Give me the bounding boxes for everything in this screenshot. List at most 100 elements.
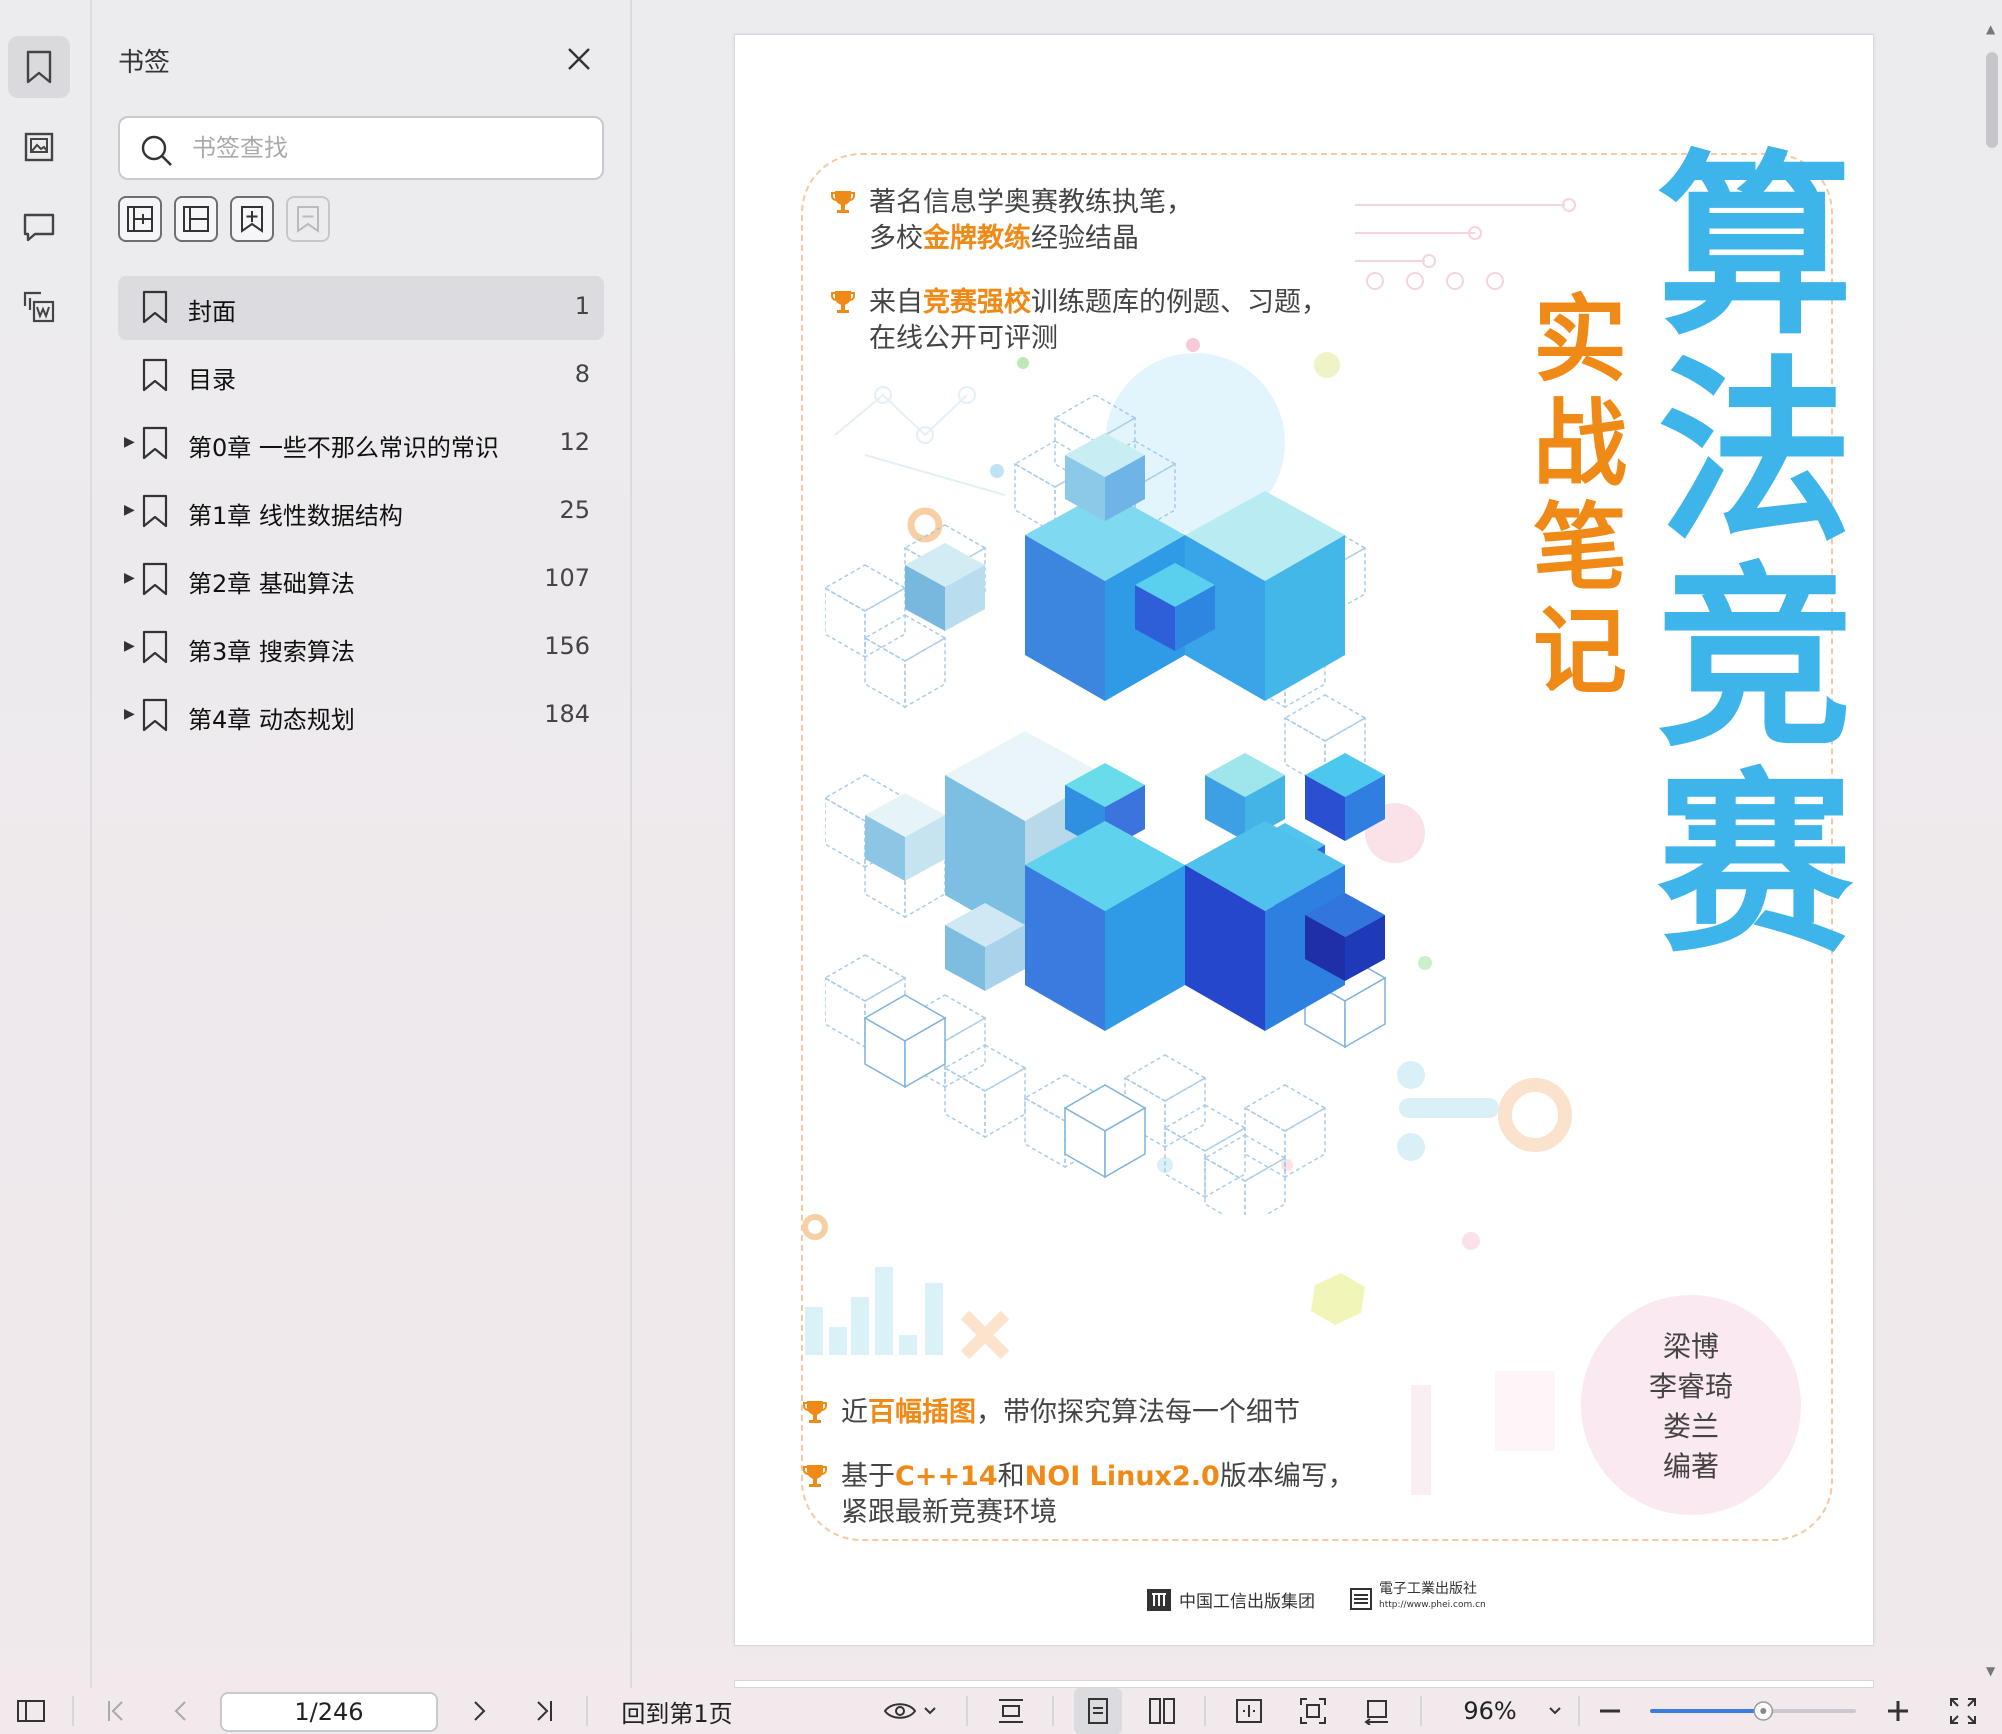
rail-comments-button[interactable] [8, 196, 70, 258]
continuous-scroll-icon [999, 1699, 1023, 1723]
bullet-highlight: 金牌教练 [923, 223, 1031, 254]
title-char: 算 [1656, 134, 1853, 362]
last-page-button[interactable] [528, 1688, 560, 1734]
zoom-level: 96% [1440, 1688, 1540, 1734]
bullet-text: ，带你探究算法每一个细节 [976, 1397, 1300, 1428]
bookmark-list: 封面 1 目录 8 ▶ 第0章 一些不那么常识的常识 12 ▶ 第1章 线性数据… [118, 276, 604, 752]
bullet-text: 著名信息学奥赛教练执笔， [869, 187, 1193, 218]
bookmark-icon [142, 630, 168, 664]
bookmark-label: 目录 [188, 366, 236, 394]
next-page-edge [734, 1680, 1874, 1688]
expand-all-button[interactable] [118, 196, 162, 242]
author-role: 编著 [1662, 1450, 1719, 1483]
bookmark-page-number: 12 [559, 428, 590, 456]
add-bookmark-icon [127, 206, 153, 232]
two-page-button[interactable] [1138, 1688, 1186, 1734]
trophy-icon [803, 1401, 827, 1423]
bullet-highlight: NOI Linux2.0 [1024, 1461, 1220, 1492]
toolbar-divider [586, 1696, 588, 1726]
single-page-icon [1088, 1698, 1108, 1724]
expand-caret-icon[interactable]: ▶ [124, 638, 135, 654]
trophy-icon [831, 191, 855, 213]
bookmark-icon [142, 698, 168, 732]
single-page-button[interactable] [1074, 1688, 1122, 1734]
toolbar-divider [1204, 1696, 1206, 1726]
rail-attachments-button[interactable] [8, 276, 70, 338]
first-page-button[interactable] [100, 1688, 132, 1734]
back-to-first-page-button[interactable]: 回到第1页 [612, 1688, 742, 1734]
bookmark-label: 第0章 一些不那么常识的常识 [188, 434, 499, 462]
cover-bullet: 基于C++14和NOI Linux2.0版本编写， 紧跟最新竞赛环境 [803, 1459, 1355, 1531]
bookmark-label: 第2章 基础算法 [188, 570, 355, 598]
continuous-scroll-button[interactable] [988, 1688, 1034, 1734]
subtitle-char: 实 [1532, 286, 1627, 395]
toolbar-divider [1578, 1696, 1580, 1726]
collapse-all-button[interactable] [174, 196, 218, 242]
fit-page-button[interactable] [1290, 1688, 1336, 1734]
vertical-scrollbar-thumb[interactable] [1986, 52, 1998, 148]
previous-page-button[interactable] [164, 1688, 196, 1734]
remove-bookmark-icon [183, 206, 209, 232]
bookmark-item[interactable]: 封面 1 [118, 276, 604, 340]
rail-bookmarks-button[interactable] [8, 36, 70, 98]
subtitle-char: 战 [1532, 390, 1627, 499]
toggle-sidebar-button[interactable] [12, 1688, 50, 1734]
publisher2-url: http://www.phei.com.cn [1379, 1600, 1486, 1610]
bookmark-disabled-icon [297, 206, 319, 233]
bookmark-page-number: 1 [574, 292, 590, 320]
zoom-slider[interactable] [1646, 1688, 1866, 1734]
bullet-text: 近 [841, 1397, 868, 1428]
bookmark-add-child-icon [241, 206, 263, 233]
bookmark-page-number: 156 [544, 632, 590, 660]
zoom-dropdown-button[interactable] [1542, 1688, 1568, 1734]
toolbar-divider [72, 1696, 74, 1726]
zoom-out-button[interactable] [1594, 1688, 1626, 1734]
bullet-text: 和 [997, 1461, 1025, 1492]
view-mode-dropdown[interactable] [880, 1688, 940, 1734]
expand-caret-icon[interactable]: ▶ [124, 434, 135, 450]
close-panel-button[interactable] [564, 44, 594, 74]
eye-icon [883, 1703, 917, 1719]
toolbar-divider [966, 1696, 968, 1726]
rail-thumbnails-button[interactable] [8, 116, 70, 178]
bookmark-item[interactable]: 目录 8 [118, 344, 604, 408]
chevron-right-icon [474, 1701, 486, 1721]
expand-caret-icon[interactable]: ▶ [124, 706, 135, 722]
bookmark-item[interactable]: ▶ 第2章 基础算法 107 [118, 548, 604, 612]
cover-bullet: 著名信息学奥赛教练执笔， 多校金牌教练经验结晶 [831, 185, 1193, 257]
bookmark-label: 封面 [188, 298, 236, 326]
bookmark-item[interactable]: ▶ 第4章 动态规划 184 [118, 684, 604, 748]
bullet-text: 来自 [869, 287, 923, 318]
page-number-input[interactable] [220, 1692, 438, 1732]
expand-caret-icon[interactable]: ▶ [124, 502, 135, 518]
publisher2-logo-icon [1350, 1588, 1372, 1610]
bookmark-item[interactable]: ▶ 第3章 搜索算法 156 [118, 616, 604, 680]
expand-caret-icon[interactable]: ▶ [124, 570, 135, 586]
bullet-text: 紧跟最新竞赛环境 [841, 1497, 1057, 1528]
publisher-name: 中国工信出版集团 [1179, 1592, 1315, 1612]
trophy-icon [831, 291, 855, 313]
bookmark-item[interactable]: ▶ 第0章 一些不那么常识的常识 12 [118, 412, 604, 476]
minus-icon [1600, 1709, 1620, 1713]
rotate-icon [1364, 1700, 1388, 1725]
title-char: 竞 [1656, 546, 1853, 774]
delete-bookmark-button[interactable] [286, 196, 330, 242]
zoom-value: 96% [1463, 1697, 1517, 1725]
next-page-button[interactable] [464, 1688, 496, 1734]
plus-icon [1888, 1701, 1908, 1721]
bullet-text: 在线公开可评测 [869, 323, 1058, 354]
scroll-down-arrow[interactable]: ▼ [1986, 1664, 1995, 1678]
bookmark-item[interactable]: ▶ 第1章 线性数据结构 25 [118, 480, 604, 544]
fit-width-button[interactable] [1226, 1688, 1272, 1734]
bookmark-label: 第3章 搜索算法 [188, 638, 355, 666]
search-icon [141, 135, 172, 166]
fullscreen-button[interactable] [1944, 1688, 1982, 1734]
add-bookmark-button[interactable] [230, 196, 274, 242]
bookmark-search-input[interactable] [192, 126, 592, 170]
bookmark-page-number: 8 [574, 360, 590, 388]
rotate-button[interactable] [1354, 1688, 1400, 1734]
chevron-down-icon [1549, 1707, 1561, 1715]
publisher2-name: 電子工業出版社 [1379, 1581, 1477, 1597]
scroll-up-arrow[interactable]: ▲ [1986, 22, 1995, 36]
zoom-in-button[interactable] [1882, 1688, 1914, 1734]
